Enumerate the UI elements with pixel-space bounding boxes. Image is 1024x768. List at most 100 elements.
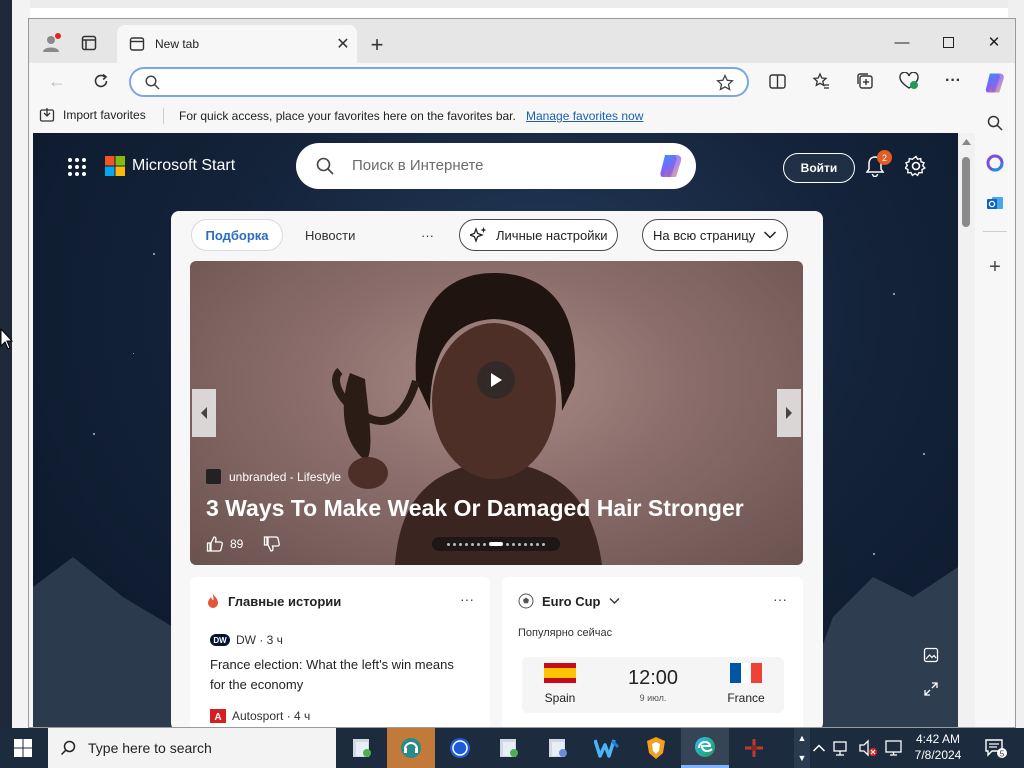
minimize-button[interactable]: —	[879, 27, 925, 57]
close-tab-icon[interactable]: ✕	[329, 34, 357, 54]
layout-label: На всю страницу	[653, 227, 756, 243]
maximize-button[interactable]	[925, 27, 971, 57]
action-center-button[interactable]: 5	[976, 734, 1016, 764]
gear-icon[interactable]	[905, 155, 927, 177]
euro-cup-header[interactable]: Euro Cup	[518, 593, 620, 609]
dw-logo-icon: DW	[210, 634, 230, 646]
close-window-button[interactable]: ✕	[971, 27, 1017, 57]
page-scrollbar[interactable]	[958, 133, 975, 727]
app-launcher-icon[interactable]	[67, 157, 87, 177]
taskbar-clock[interactable]: 4:42 AM 7/8/2024	[908, 731, 968, 763]
taskbar-app-edge[interactable]	[681, 728, 729, 768]
hero-headline[interactable]: 3 Ways To Make Weak Or Damaged Hair Stro…	[206, 495, 744, 522]
top-stories-header[interactable]: Главные истории	[206, 593, 341, 609]
taskbar-app-brave[interactable]	[632, 728, 680, 768]
layout-dropdown[interactable]: На всю страницу	[642, 219, 789, 251]
settings-more-icon[interactable]: ···	[939, 67, 967, 95]
office-sidebar-button[interactable]	[981, 149, 1009, 177]
start-button[interactable]	[0, 728, 46, 768]
top-stories-more-button[interactable]: ···	[460, 591, 474, 607]
notification-badge: 2	[877, 150, 892, 165]
taskbar-app-files[interactable]	[338, 728, 386, 768]
scroll-down-icon[interactable]: ▼	[798, 753, 807, 763]
edge-browser-icon	[695, 736, 715, 757]
taskbar-search-box[interactable]: Type here to search	[48, 728, 336, 768]
hero-next-button[interactable]	[777, 389, 801, 437]
search-icon	[145, 75, 160, 90]
thumbs-down-icon[interactable]	[263, 535, 281, 553]
outlook-sidebar-button[interactable]	[981, 189, 1009, 217]
personalize-button[interactable]: Личные настройки	[459, 219, 619, 251]
start-header: Microsoft Start Поиск в Интернете Войти …	[33, 133, 958, 203]
import-icon	[39, 108, 55, 122]
publisher-logo-icon	[206, 469, 221, 484]
chevron-down-icon	[609, 598, 619, 604]
copilot-icon[interactable]	[656, 151, 686, 181]
split-screen-icon[interactable]	[763, 67, 791, 95]
hero-video-card[interactable]: unbranded - Lifestyle 3 Ways To Make Wea…	[190, 261, 803, 565]
trending-label: Популярно сейчас	[518, 627, 613, 639]
thumbs-up-icon[interactable]	[206, 535, 224, 553]
scroll-up-icon[interactable]: ▲	[798, 733, 807, 743]
tab-news[interactable]: Новости	[305, 219, 355, 251]
import-favorites-button[interactable]: Import favorites	[39, 107, 146, 123]
chevron-down-icon	[764, 231, 777, 239]
display-icon[interactable]	[884, 739, 904, 757]
tab-selected-feed[interactable]: Подборка	[191, 219, 283, 251]
match-card[interactable]: Spain 12:00 9 июл. France	[522, 657, 784, 713]
expand-icon[interactable]	[923, 681, 939, 697]
euro-cup-card: Euro Cup ··· Популярно сейчас Spain 12:0…	[502, 577, 803, 727]
title-bar: New tab ✕ + — ✕	[29, 19, 1015, 63]
taskbar-app-scroller[interactable]: ▲ ▼	[794, 728, 810, 768]
mouse-cursor-icon	[0, 328, 14, 350]
collections-icon[interactable]	[851, 67, 879, 95]
hero-source: unbranded - Lifestyle	[206, 469, 341, 484]
play-video-button[interactable]	[477, 361, 515, 399]
carousel-indicator[interactable]	[432, 537, 560, 551]
desktop-top-strip	[0, 0, 1024, 8]
favorites-icon[interactable]	[807, 67, 835, 95]
search-icon	[316, 157, 334, 175]
search-sidebar-button[interactable]	[981, 109, 1009, 137]
taskbar-app-media[interactable]	[534, 728, 582, 768]
volume-muted-icon[interactable]	[858, 739, 878, 757]
like-count: 89	[230, 537, 244, 551]
taskbar-app-wps[interactable]	[583, 728, 631, 768]
soccer-ball-icon	[518, 593, 534, 609]
add-sidebar-app-button[interactable]: +	[981, 253, 1009, 281]
navigation-toolbar: ← ···	[29, 63, 1015, 99]
workspaces-icon[interactable]	[77, 31, 101, 55]
outlook-icon	[987, 197, 1003, 209]
refresh-icon[interactable]	[87, 67, 115, 95]
address-input[interactable]	[169, 73, 709, 93]
scroll-up-icon[interactable]	[962, 139, 971, 145]
background-image-icon[interactable]	[923, 647, 939, 663]
taskbar-app-ur-browser[interactable]	[436, 728, 484, 768]
euro-cup-more-button[interactable]: ···	[773, 591, 787, 607]
story-source-label: DW · 3 ч	[236, 633, 283, 647]
back-arrow-icon[interactable]: ←	[43, 67, 71, 95]
browser-essentials-icon[interactable]	[895, 67, 923, 95]
taskbar-app-tool[interactable]	[730, 728, 778, 768]
address-bar[interactable]	[129, 67, 749, 97]
web-search-box[interactable]: Поиск в Интернете	[296, 143, 696, 189]
microsoft-start-logo[interactable]: Microsoft Start	[105, 156, 235, 176]
copilot-sidebar-button[interactable]	[981, 69, 1009, 97]
new-tab-plus-icon[interactable]: +	[365, 32, 389, 57]
top-stories-card: Главные истории ··· DW DW · 3 ч France e…	[190, 577, 490, 727]
manage-favorites-link[interactable]: Manage favorites now	[526, 109, 643, 123]
france-flag-icon	[730, 663, 762, 683]
more-tabs-button[interactable]: ···	[421, 219, 434, 251]
taskbar-app-support[interactable]	[387, 728, 435, 768]
network-icon[interactable]	[832, 739, 852, 757]
windows-taskbar: Type here to search ▲ ▼ 4:42 AM 7/8/2024	[0, 728, 1024, 768]
tab-new-tab[interactable]: New tab ✕	[117, 25, 357, 63]
hero-prev-button[interactable]	[192, 389, 216, 437]
favorite-star-icon[interactable]	[716, 74, 734, 92]
taskbar-app-installer[interactable]	[485, 728, 533, 768]
sign-in-button[interactable]: Войти	[783, 153, 855, 183]
story-headline[interactable]: France election: What the left's win mea…	[210, 655, 470, 695]
chevron-up-icon[interactable]	[812, 743, 826, 753]
profile-icon[interactable]	[39, 31, 63, 55]
scrollbar-thumb[interactable]	[962, 157, 970, 227]
